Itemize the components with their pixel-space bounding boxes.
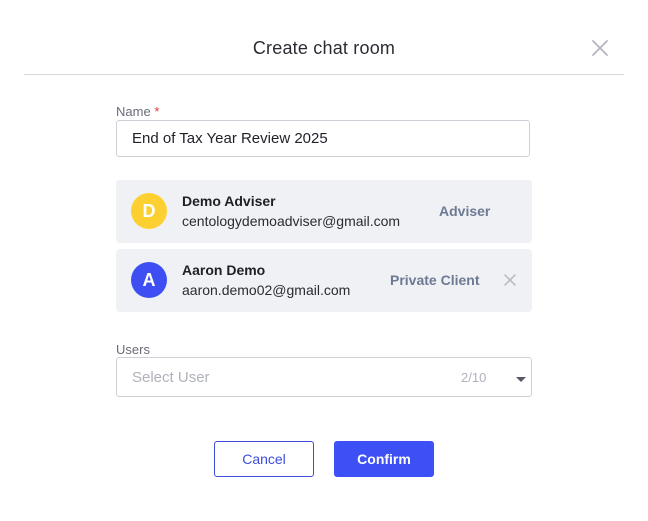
member-name: Demo Adviser xyxy=(182,193,276,209)
remove-member-icon[interactable] xyxy=(504,274,516,286)
cancel-button[interactable]: Cancel xyxy=(214,441,314,477)
header-divider xyxy=(24,74,624,75)
member-email: aaron.demo02@gmail.com xyxy=(182,282,351,298)
avatar: D xyxy=(131,193,167,229)
select-placeholder: Select User xyxy=(132,369,210,386)
member-card-aaron-demo: A Aaron Demo aaron.demo02@gmail.com Priv… xyxy=(116,249,532,312)
chevron-down-icon[interactable] xyxy=(516,377,526,382)
name-label: Name * xyxy=(116,104,159,119)
member-name: Aaron Demo xyxy=(182,262,266,278)
users-select[interactable]: Select User 2/10 xyxy=(116,357,532,397)
name-input[interactable] xyxy=(116,120,530,157)
member-email: centologydemoadviser@gmail.com xyxy=(182,213,401,229)
required-marker: * xyxy=(154,104,160,119)
member-role: Private Client xyxy=(390,272,480,288)
users-label: Users xyxy=(116,342,150,357)
user-count: 2/10 xyxy=(461,370,487,385)
close-icon[interactable] xyxy=(591,39,609,57)
create-chat-room-dialog: Create chat room Name * D Demo Adviser c… xyxy=(0,0,648,521)
confirm-button[interactable]: Confirm xyxy=(334,441,434,477)
member-card-demo-adviser: D Demo Adviser centologydemoadviser@gmai… xyxy=(116,180,532,243)
member-role: Adviser xyxy=(439,203,491,219)
dialog-title: Create chat room xyxy=(252,38,396,58)
name-label-text: Name xyxy=(116,104,151,119)
avatar: A xyxy=(131,262,167,298)
